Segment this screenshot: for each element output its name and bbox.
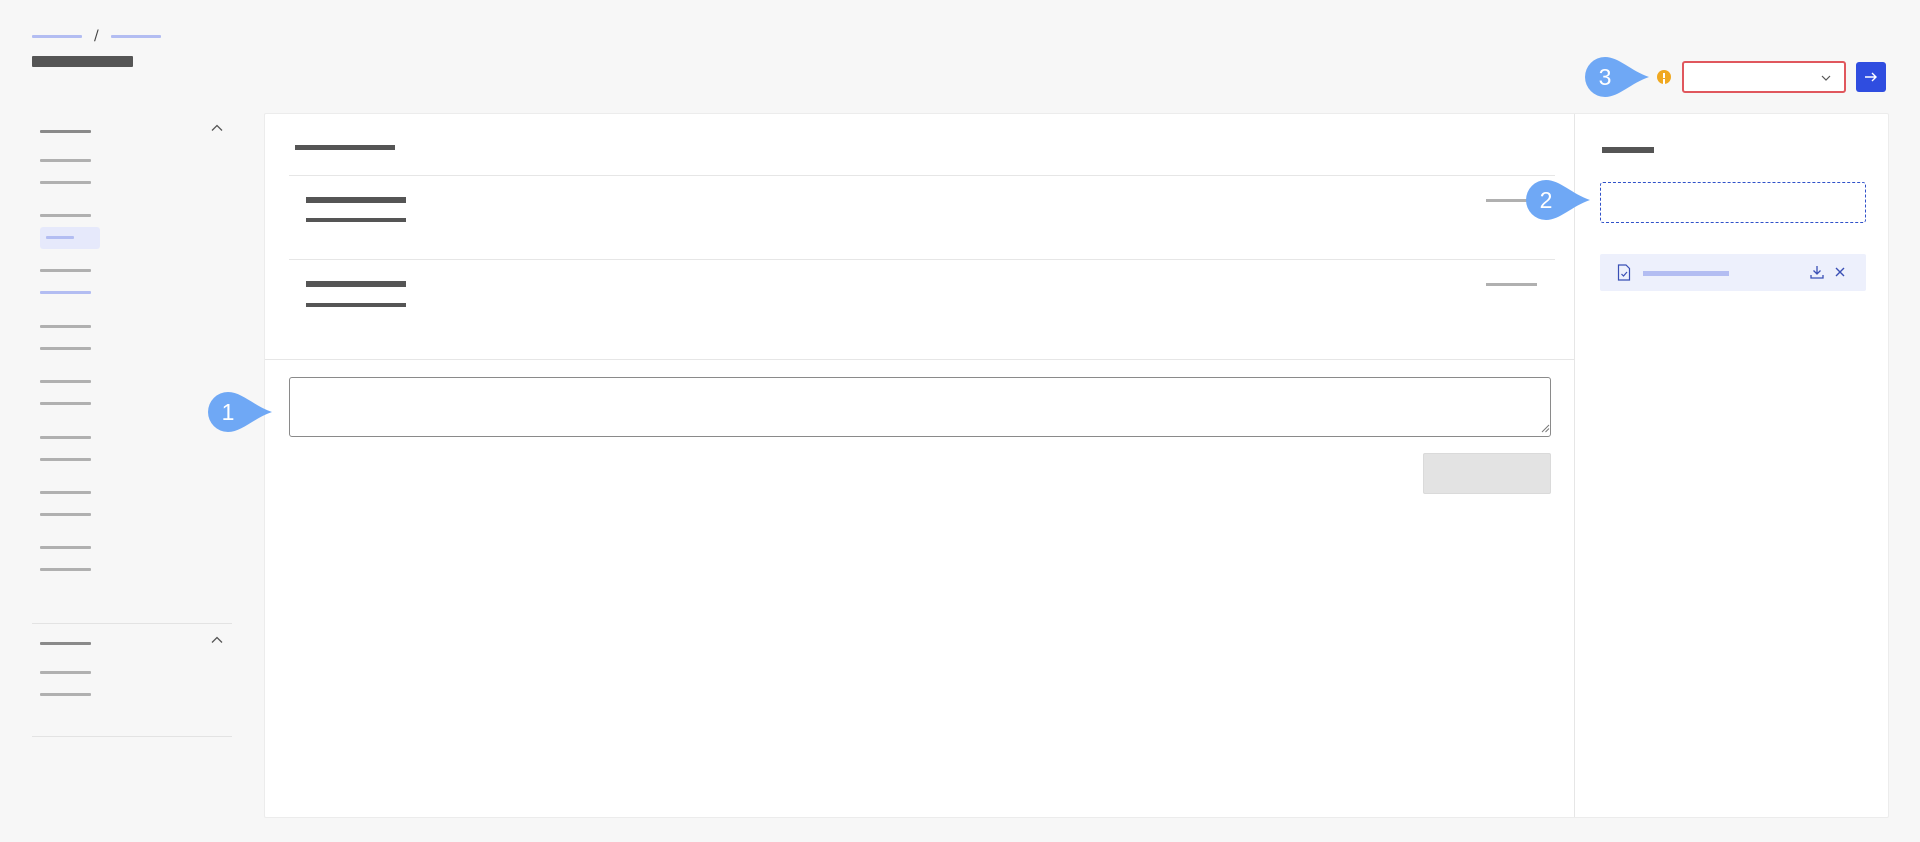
callout-2: 2 — [1526, 180, 1590, 220]
sidebar-item-label — [40, 568, 91, 571]
sidebar-item[interactable] — [32, 338, 232, 360]
warning-icon — [1657, 70, 1671, 84]
comment-timestamp — [1486, 283, 1537, 286]
comment-item — [289, 176, 1555, 260]
sidebar-item-label — [40, 491, 91, 494]
submit-arrow-button[interactable] — [1856, 62, 1886, 92]
chevron-up-icon[interactable] — [210, 633, 224, 647]
sidebar-item[interactable] — [32, 684, 232, 706]
comments-pane — [265, 114, 1575, 817]
sidebar-item-label — [40, 181, 91, 184]
attachments-pane — [1575, 114, 1888, 817]
chevron-up-icon[interactable] — [210, 121, 224, 135]
arrow-right-icon — [1865, 72, 1877, 82]
sidebar-item-label — [40, 291, 91, 294]
main-card — [264, 113, 1889, 818]
sidebar-item[interactable] — [32, 559, 232, 581]
comment-input[interactable] — [289, 377, 1551, 437]
sidebar-group-header-1[interactable] — [32, 112, 232, 150]
sidebar-item[interactable] — [32, 662, 232, 684]
breadcrumb-link-1[interactable] — [32, 34, 82, 38]
breadcrumb-link-2[interactable] — [110, 34, 161, 38]
callout-number: 3 — [1598, 63, 1612, 90]
comment-item — [289, 260, 1555, 344]
sidebar-divider — [32, 736, 232, 737]
status-select[interactable] — [1682, 61, 1846, 93]
page-title — [32, 56, 133, 67]
sidebar-group-title — [40, 642, 91, 645]
sidebar-item-label — [40, 436, 91, 439]
comment-author — [306, 197, 406, 203]
sidebar-group-title — [40, 130, 91, 133]
sidebar-item[interactable] — [32, 482, 232, 504]
sidebar-item-label — [40, 671, 91, 674]
sidebar-item-label — [40, 380, 91, 383]
comment-text — [306, 218, 406, 222]
file-dropzone[interactable] — [1600, 182, 1866, 223]
callout-1: 1 — [208, 392, 272, 432]
callout-3: 3 — [1585, 57, 1649, 97]
sidebar-item[interactable] — [32, 504, 232, 526]
sidebar-item-link[interactable] — [32, 282, 232, 304]
chevron-down-icon — [1821, 75, 1831, 81]
sidebar-item-label — [40, 513, 91, 516]
sidebar-item-label — [40, 159, 91, 162]
sidebar-item[interactable] — [32, 260, 232, 282]
active-pill — [40, 227, 100, 249]
sidebar-item[interactable] — [32, 316, 232, 338]
file-check-icon — [1617, 264, 1631, 281]
sidebar-item-label — [40, 546, 91, 549]
sidebar-item[interactable] — [32, 150, 232, 172]
sidebar-item-label — [40, 214, 91, 217]
attachments-title — [1602, 147, 1654, 153]
comment-author — [306, 281, 406, 287]
download-icon[interactable] — [1809, 264, 1825, 280]
divider — [265, 359, 1575, 360]
sidebar-item-label — [40, 402, 91, 405]
sidebar-item[interactable] — [32, 449, 232, 471]
submit-comment-button[interactable] — [1423, 453, 1551, 494]
close-icon[interactable] — [1833, 265, 1847, 279]
breadcrumb: / — [32, 29, 161, 43]
sidebar-item[interactable] — [32, 537, 232, 559]
resize-handle-icon[interactable] — [1541, 424, 1550, 433]
sidebar-item-active[interactable] — [32, 227, 232, 249]
attachment-item[interactable] — [1600, 254, 1866, 291]
sidebar-item-label — [40, 693, 91, 696]
callout-number: 1 — [221, 398, 235, 425]
sidebar-item-label — [46, 236, 74, 239]
sidebar-item-label — [40, 458, 91, 461]
sidebar-item[interactable] — [32, 427, 232, 449]
sidebar-item[interactable] — [32, 371, 232, 393]
sidebar-item-label — [40, 269, 91, 272]
attachment-filename[interactable] — [1643, 271, 1729, 276]
sidebar-item[interactable] — [32, 205, 232, 227]
sidebar-item-label — [40, 325, 91, 328]
comment-text — [306, 303, 406, 307]
sidebar-group-header-2[interactable] — [32, 624, 232, 662]
sidebar — [32, 112, 232, 737]
comments-section-title — [295, 145, 395, 150]
sidebar-item[interactable] — [32, 393, 232, 415]
sidebar-item[interactable] — [32, 172, 232, 194]
breadcrumb-separator: / — [94, 28, 99, 44]
sidebar-item-label — [40, 347, 91, 350]
callout-number: 2 — [1539, 186, 1553, 213]
